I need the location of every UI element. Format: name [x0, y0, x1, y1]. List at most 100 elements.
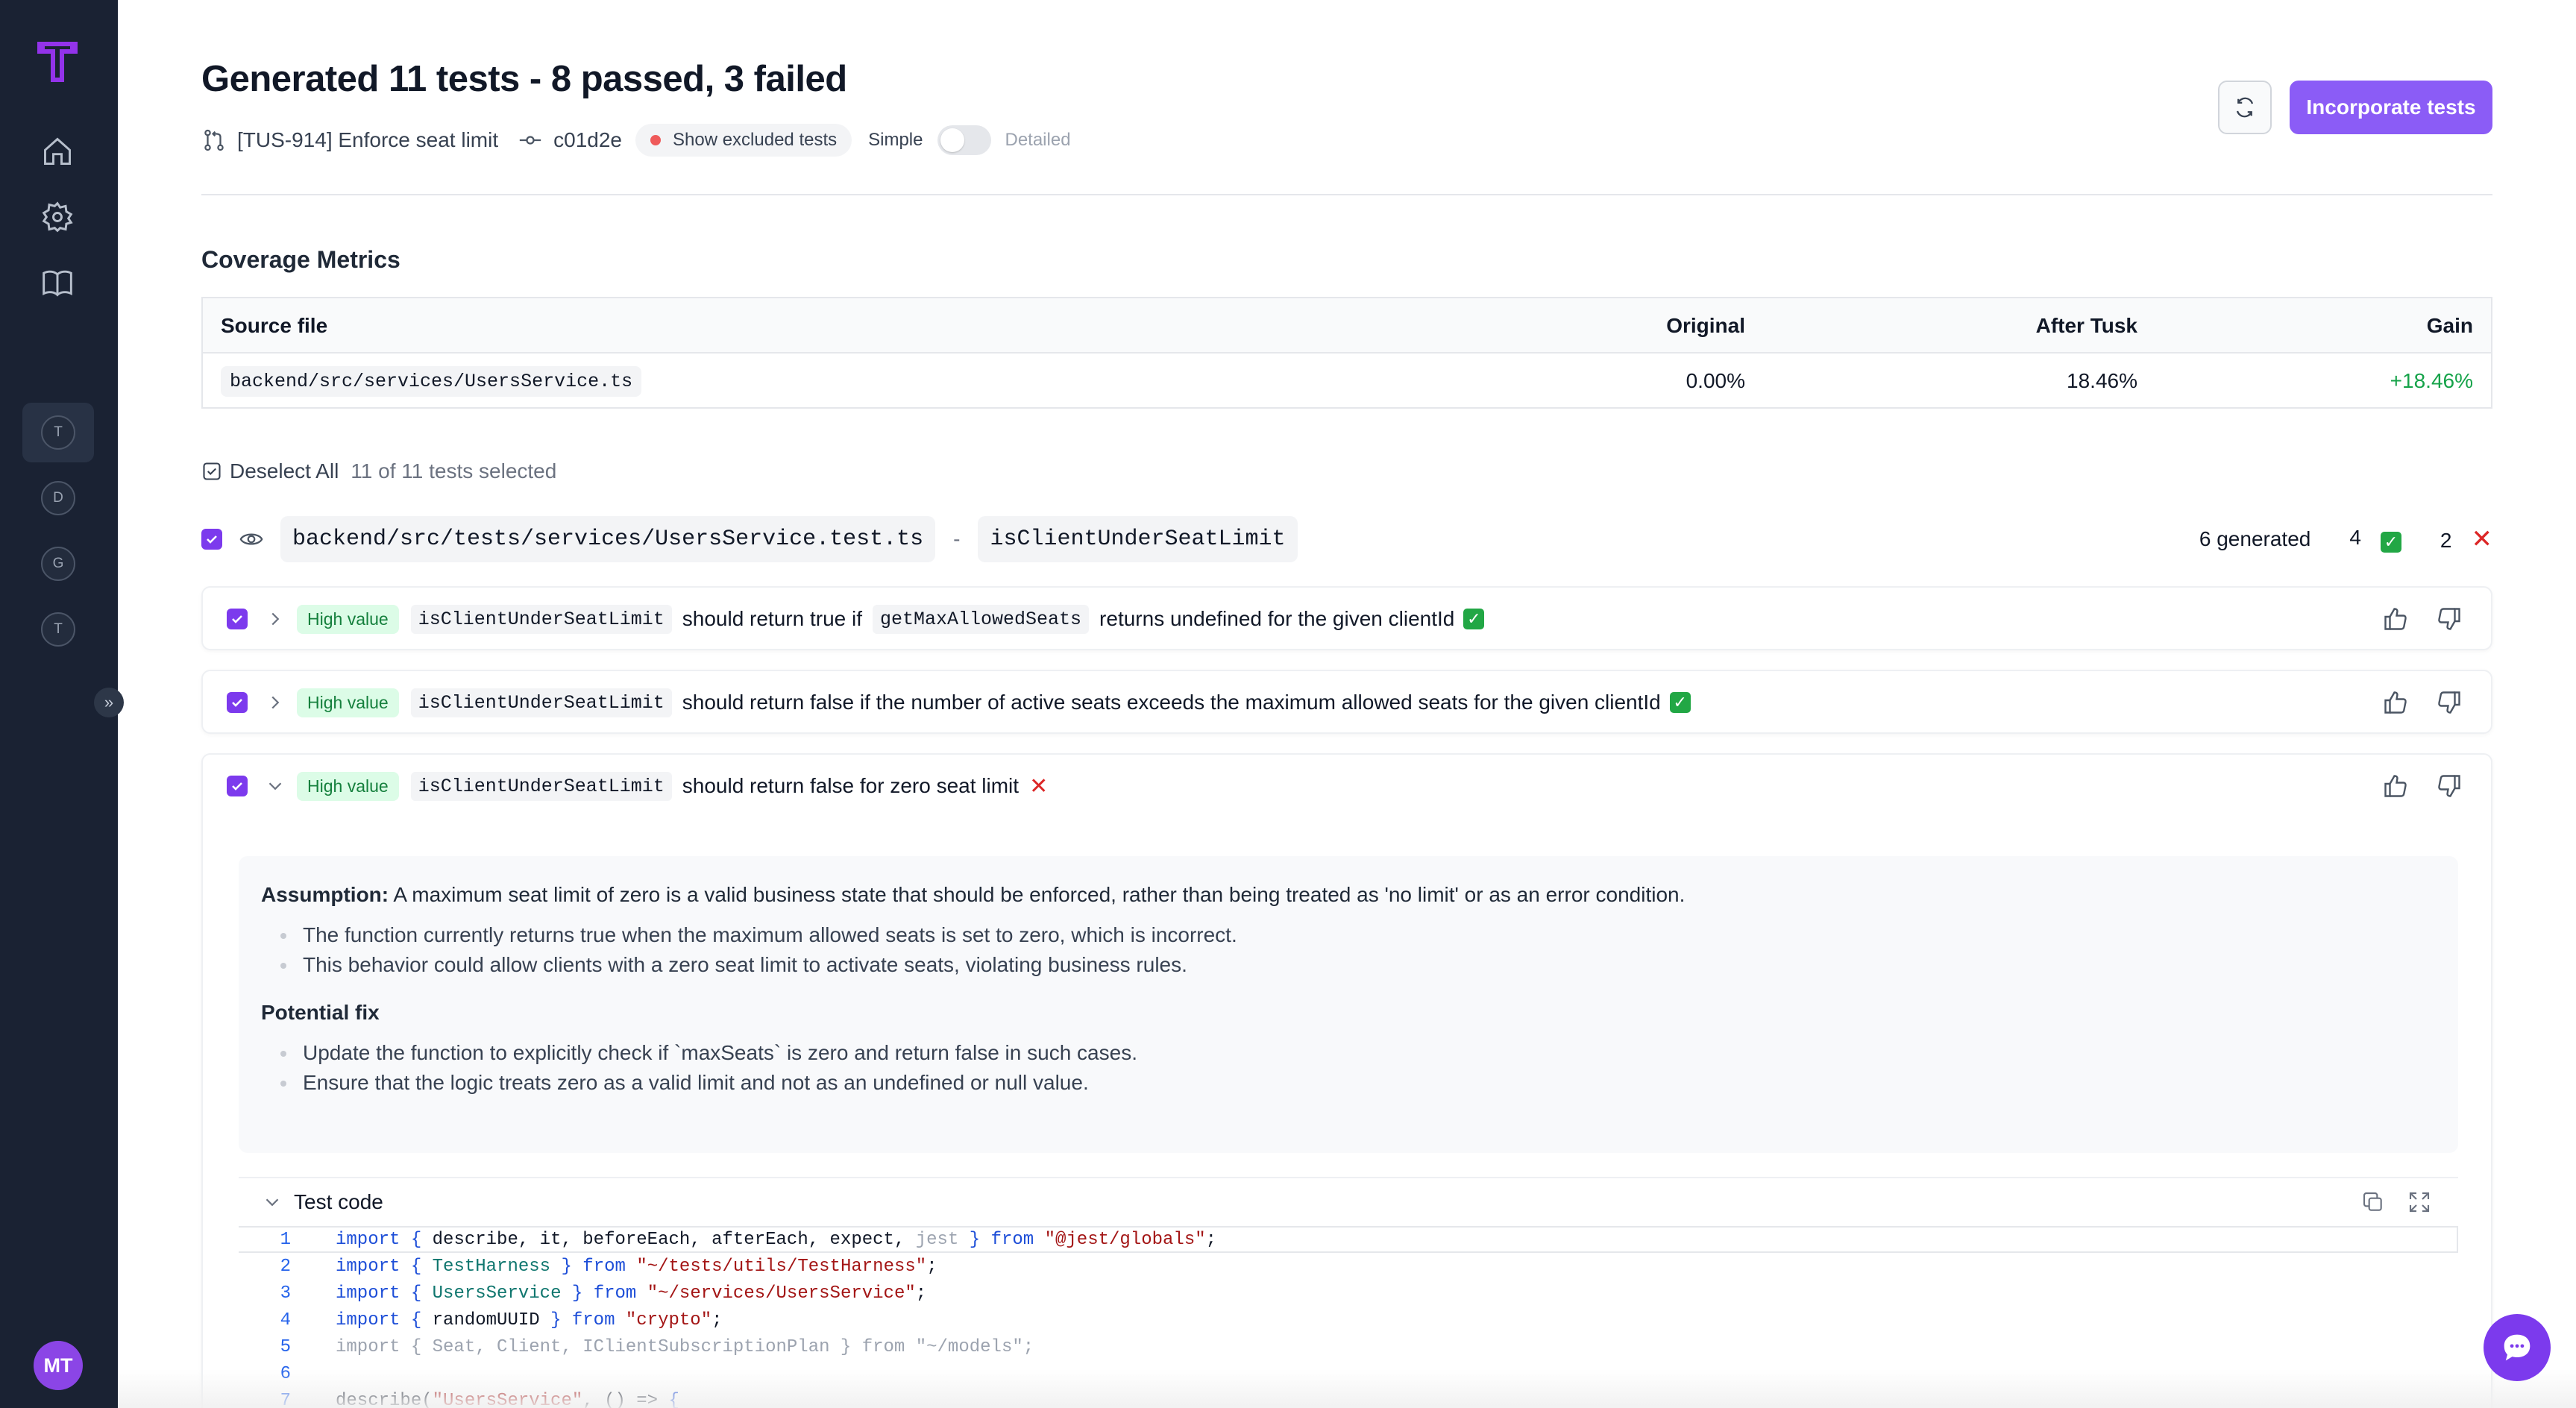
thumbs-down-icon[interactable]	[2436, 689, 2463, 716]
failed-x-icon: ✕	[2471, 525, 2493, 553]
workspace-initial: D	[41, 481, 75, 515]
code-line: 2 import { TestHarness } from "~/tests/u…	[239, 1253, 2458, 1280]
test-code-header[interactable]: Test code	[239, 1178, 2458, 1226]
workspace-item-1[interactable]: T	[22, 403, 94, 462]
expand-sidebar-button[interactable]: »	[94, 688, 124, 717]
settings-icon[interactable]	[40, 200, 75, 234]
chevron-down-icon[interactable]	[261, 1191, 283, 1213]
eye-icon[interactable]	[239, 527, 264, 552]
table-row: backend/src/services/UsersService.ts 0.0…	[203, 353, 2491, 409]
test-card-header[interactable]: High value isClientUnderSeatLimit should…	[203, 755, 2491, 817]
list-item: Ensure that the logic treats zero as a v…	[261, 1068, 2436, 1098]
code-text: import { TestHarness } from "~/tests/uti…	[336, 1256, 937, 1277]
assumption-panel: Assumption: A maximum seat limit of zero…	[239, 856, 2458, 1153]
potential-fix-title: Potential fix	[261, 1001, 380, 1024]
generated-count: 6 generated	[2199, 527, 2311, 550]
coverage-header-row: Source file Original After Tusk Gain	[203, 298, 2491, 353]
code-text: import { UsersService } from "~/services…	[336, 1283, 927, 1304]
main-content: Generated 11 tests - 8 passed, 3 failed …	[201, 0, 2492, 1408]
coverage-table: Source file Original After Tusk Gain bac…	[201, 297, 2492, 409]
code-text: import { describe, it, beforeEach, after…	[336, 1229, 1217, 1250]
chevron-right-icon[interactable]	[264, 691, 286, 714]
copy-icon[interactable]	[2361, 1190, 2385, 1214]
branch-name[interactable]: [TUS-914] Enforce seat limit	[237, 128, 498, 152]
test-card-header[interactable]: High value isClientUnderSeatLimit should…	[203, 588, 2491, 650]
assumption-text: A maximum seat limit of zero is a valid …	[393, 883, 1686, 906]
code-line: 1 import { describe, it, beforeEach, aft…	[239, 1226, 2458, 1253]
assumption-bullets: The function currently returns true when…	[261, 920, 2436, 980]
function-name: isClientUnderSeatLimit	[978, 516, 1298, 562]
passed-check-icon: ✓	[2380, 532, 2401, 553]
thumbs-up-icon[interactable]	[2382, 689, 2409, 716]
refresh-button[interactable]	[2218, 81, 2272, 134]
incorporate-tests-button[interactable]: Incorporate tests	[2290, 81, 2492, 134]
coverage-title: Coverage Metrics	[201, 246, 400, 273]
line-number: 5	[280, 1336, 291, 1357]
high-value-badge: High value	[297, 604, 399, 634]
check-icon	[232, 615, 242, 623]
home-icon[interactable]	[40, 134, 75, 169]
test-card[interactable]: High value isClientUnderSeatLimit should…	[201, 586, 2492, 650]
inline-code: getMaxAllowedSeats	[873, 604, 1090, 634]
user-avatar[interactable]: MT	[34, 1341, 83, 1390]
failed-x-icon: ✕	[1029, 773, 1049, 799]
check-square-icon	[203, 462, 221, 480]
commit-hash[interactable]: c01d2e	[553, 128, 622, 152]
original-coverage: 0.00%	[1686, 369, 1745, 392]
separator: -	[953, 527, 961, 550]
code-line: 3 import { UsersService } from "~/servic…	[239, 1280, 2458, 1307]
coverage-gain: +18.46%	[2390, 369, 2473, 392]
code-line: 4 import { randomUUID } from "crypto";	[239, 1307, 2458, 1333]
test-function-chip: isClientUnderSeatLimit	[410, 688, 672, 717]
workspace-item-3[interactable]: G	[22, 534, 94, 594]
check-icon	[232, 782, 242, 791]
thumbs-up-icon[interactable]	[2382, 773, 2409, 799]
list-item: The function currently returns true when…	[261, 920, 2436, 950]
col-source-file: Source file	[221, 314, 328, 337]
header-divider	[201, 194, 2492, 195]
test-function-chip: isClientUnderSeatLimit	[410, 771, 672, 801]
workspace-item-2[interactable]: D	[22, 468, 94, 528]
view-mode-toggle[interactable]	[937, 125, 992, 155]
selected-count: 11 of 11 tests selected	[351, 459, 557, 483]
code-line: 5 import { Seat, Client, IClientSubscrip…	[239, 1333, 2458, 1360]
assumption-line: Assumption: A maximum seat limit of zero…	[261, 883, 2436, 907]
test-description: should return false for zero seat limit	[682, 774, 1020, 797]
chat-icon	[2504, 1334, 2531, 1361]
high-value-badge: High value	[297, 771, 399, 801]
chat-support-button[interactable]	[2484, 1314, 2551, 1381]
file-group-checkbox[interactable]	[201, 529, 222, 550]
show-excluded-label: Show excluded tests	[673, 130, 838, 150]
bottom-fade	[118, 1369, 2576, 1408]
passed-count: 4 ✓	[2330, 526, 2401, 553]
thumbs-down-icon[interactable]	[2436, 773, 2463, 799]
check-icon	[232, 699, 242, 707]
test-card-expanded[interactable]: High value isClientUnderSeatLimit should…	[201, 753, 2492, 1408]
refresh-icon	[2236, 97, 2254, 118]
test-checkbox[interactable]	[227, 609, 248, 629]
test-file-path[interactable]: backend/src/tests/services/UsersService.…	[280, 516, 936, 562]
test-checkbox[interactable]	[227, 776, 248, 796]
thumbs-down-icon[interactable]	[2436, 606, 2463, 632]
col-original: Original	[1666, 314, 1745, 337]
docs-book-icon[interactable]	[40, 265, 75, 300]
list-item: Update the function to explicitly check …	[261, 1038, 2436, 1068]
passed-number: 4	[2349, 526, 2361, 549]
toggle-knob	[940, 128, 965, 152]
tusk-logo[interactable]	[34, 39, 81, 85]
col-after-tusk: After Tusk	[2035, 314, 2137, 337]
test-card[interactable]: High value isClientUnderSeatLimit should…	[201, 670, 2492, 734]
workspace-item-4[interactable]: T	[22, 600, 94, 659]
chevron-down-icon[interactable]	[264, 775, 286, 797]
test-description-cont: returns undefined for the given clientId	[1099, 607, 1455, 630]
chevron-right-icon[interactable]	[264, 608, 286, 630]
show-excluded-tests-button[interactable]: Show excluded tests	[635, 124, 852, 157]
expand-icon[interactable]	[2407, 1190, 2431, 1214]
deselect-all-button[interactable]: Deselect All	[230, 459, 339, 483]
test-card-header[interactable]: High value isClientUnderSeatLimit should…	[203, 671, 2491, 734]
thumbs-up-icon[interactable]	[2382, 606, 2409, 632]
after-tusk-coverage: 18.46%	[2067, 369, 2137, 392]
test-checkbox[interactable]	[227, 692, 248, 713]
run-meta: [TUS-914] Enforce seat limit c01d2e Show…	[201, 124, 1071, 157]
list-item: This behavior could allow clients with a…	[261, 950, 2436, 980]
